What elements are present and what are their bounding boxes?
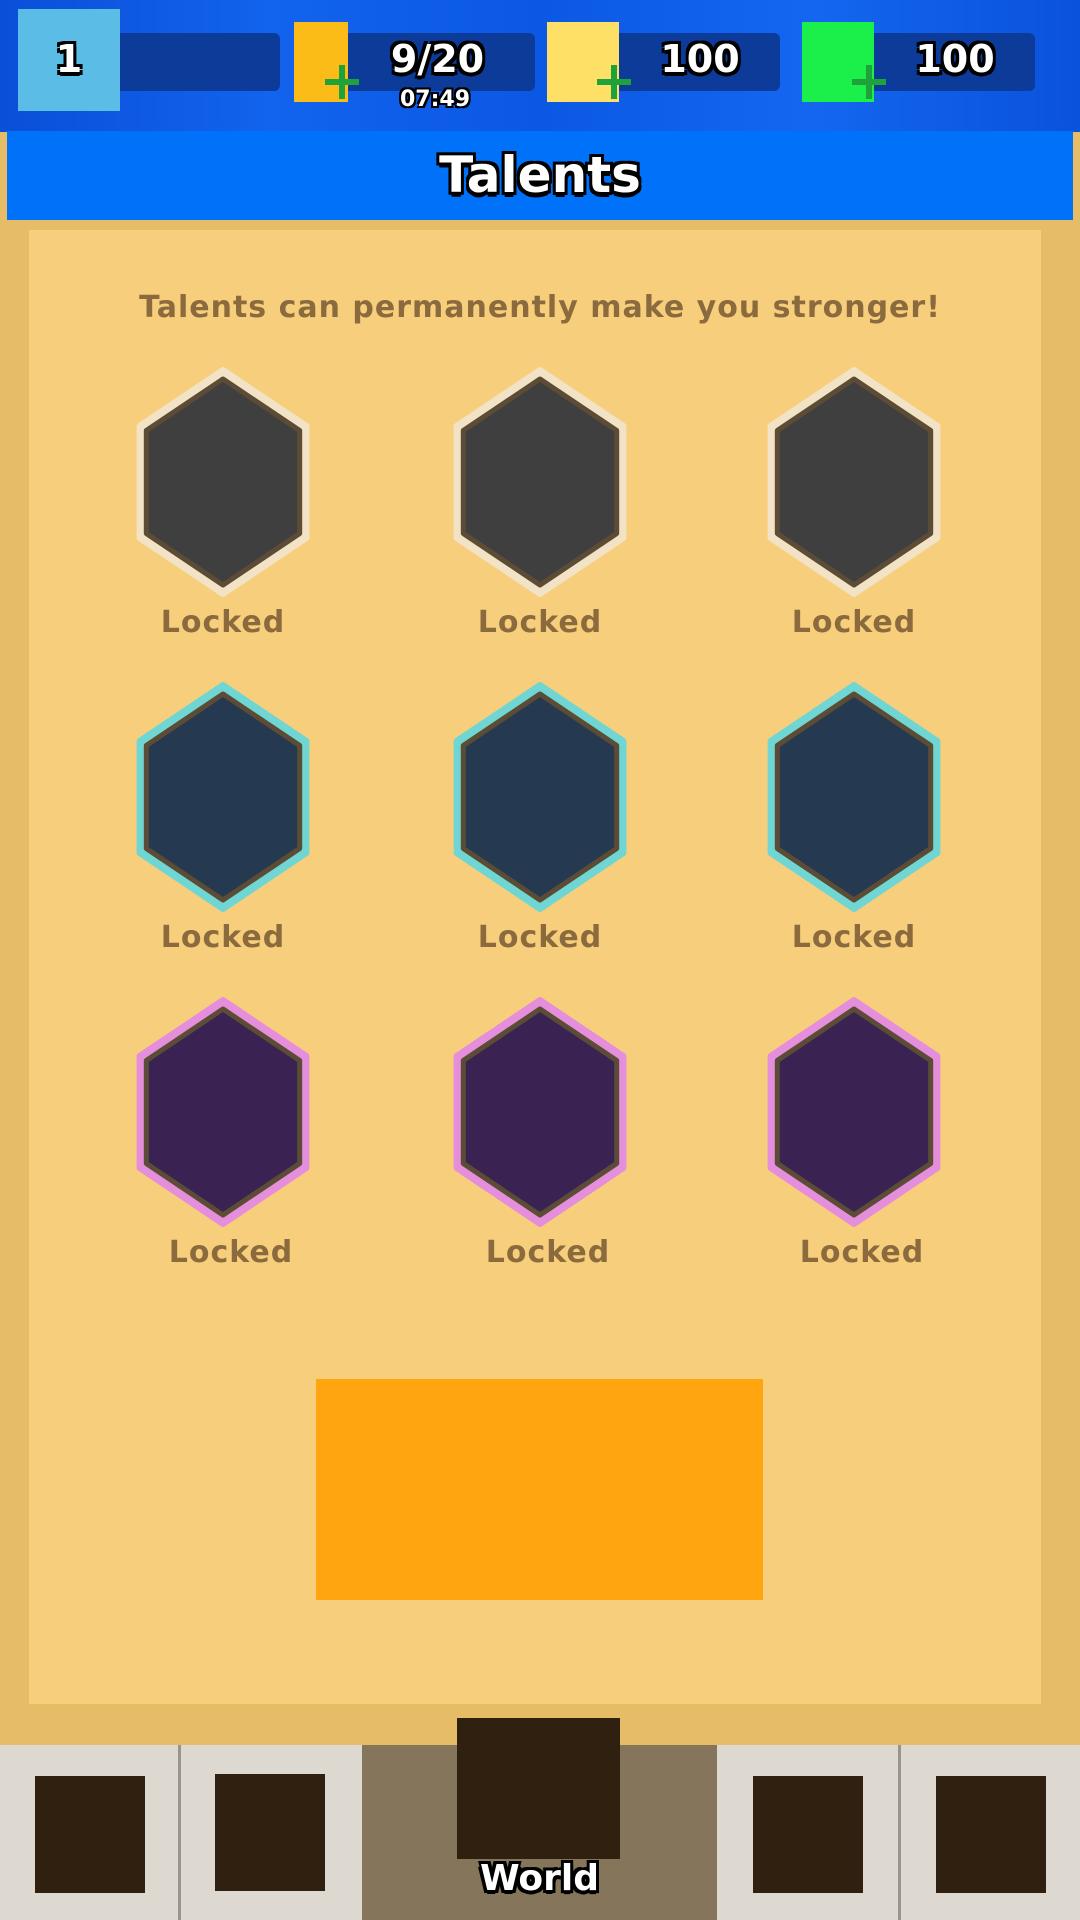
talent-status-label: Locked [160, 605, 286, 640]
energy-timer: 07:49 [399, 87, 471, 112]
talent-status-label: Locked [799, 1235, 925, 1270]
level-value: 1 [55, 37, 83, 81]
hexagon-icon [136, 682, 310, 912]
settings-icon [936, 1776, 1046, 1893]
hexagon-icon [453, 997, 627, 1227]
inventory-icon [215, 1774, 325, 1891]
talents-description: Talents can permanently make you stronge… [139, 290, 941, 325]
hexagon-icon [136, 997, 310, 1227]
talent-slot[interactable]: Locked [440, 992, 640, 1270]
nav-item-inventory[interactable] [181, 1745, 361, 1920]
talent-slot[interactable]: Locked [754, 992, 954, 1270]
energy-value: 9/20 [390, 37, 485, 81]
quests-icon [753, 1776, 863, 1893]
hexagon-icon [453, 367, 627, 597]
page-header: Talents [7, 131, 1073, 220]
talent-status-label: Locked [477, 920, 603, 955]
hexagon-icon [767, 682, 941, 912]
nav-item-quests[interactable] [718, 1745, 898, 1920]
talent-status-label: Locked [791, 920, 917, 955]
talent-status-label: Locked [168, 1235, 294, 1270]
talent-slot[interactable]: Locked [754, 677, 954, 955]
nav-item-settings[interactable] [901, 1745, 1080, 1920]
nav-item-shop[interactable] [0, 1745, 180, 1920]
hexagon-icon [136, 367, 310, 597]
talent-slot[interactable]: Locked [440, 677, 640, 955]
top-bar: 1 9/20 07:49 100 100 [0, 0, 1080, 132]
hexagon-icon [767, 367, 941, 597]
gold-value: 100 [660, 37, 740, 81]
talent-slot[interactable]: Locked [440, 362, 640, 640]
talent-slot[interactable]: Locked [123, 677, 323, 955]
talent-slot[interactable]: Locked [123, 992, 323, 1270]
talent-slot[interactable]: Locked [754, 362, 954, 640]
talent-status-label: Locked [791, 605, 917, 640]
nav-world-label: World [479, 1858, 600, 1899]
talent-status-label: Locked [160, 920, 286, 955]
talent-status-label: Locked [485, 1235, 611, 1270]
talent-slot[interactable]: Locked [123, 362, 323, 640]
talent-status-label: Locked [477, 605, 603, 640]
gems-value: 100 [915, 37, 995, 81]
shop-icon [35, 1776, 145, 1893]
page-title: Talents [439, 146, 641, 204]
hexagon-icon [767, 997, 941, 1227]
talent-action-button[interactable] [316, 1379, 763, 1600]
world-icon [457, 1718, 620, 1859]
hexagon-icon [453, 682, 627, 912]
